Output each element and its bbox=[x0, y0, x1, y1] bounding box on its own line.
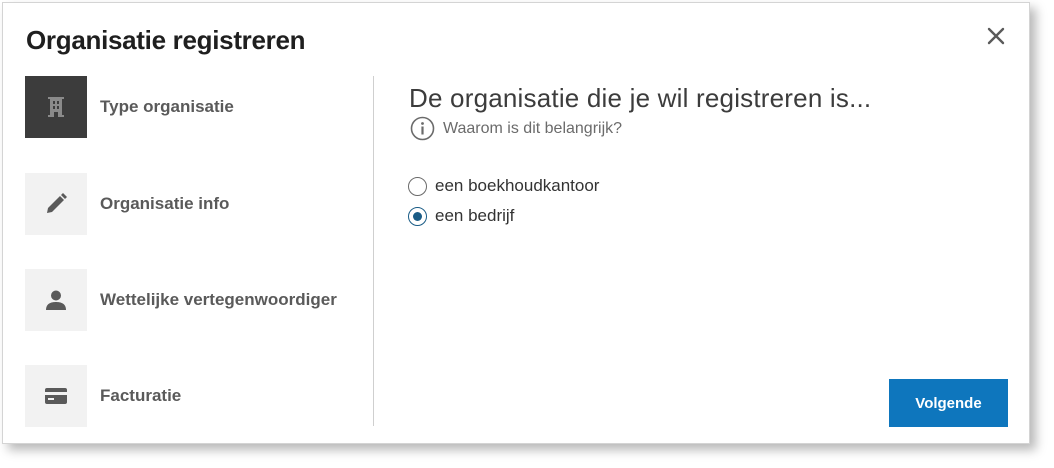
step-wettelijke-vertegenwoordiger[interactable]: Wettelijke vertegenwoordiger bbox=[25, 269, 365, 331]
close-button[interactable] bbox=[985, 25, 1007, 47]
credit-card-icon bbox=[45, 388, 67, 404]
step-facturatie[interactable]: Facturatie bbox=[25, 365, 365, 427]
info-icon bbox=[410, 116, 435, 141]
option-bedrijf[interactable]: een bedrijf bbox=[408, 201, 599, 231]
step-type-organisatie[interactable]: Type organisatie bbox=[25, 76, 365, 138]
radio-button[interactable] bbox=[408, 176, 427, 196]
step-label: Facturatie bbox=[100, 386, 182, 405]
pencil-icon bbox=[47, 193, 67, 213]
next-button[interactable]: Volgende bbox=[889, 379, 1008, 427]
radio-button-selected[interactable] bbox=[408, 206, 427, 226]
organisation-type-options: een boekhoudkantoor een bedrijf bbox=[408, 171, 599, 231]
info-link[interactable]: Waarom is dit belangrijk? bbox=[410, 116, 622, 141]
radio-label: een bedrijf bbox=[435, 206, 515, 225]
person-icon bbox=[46, 290, 66, 310]
step-label: Wettelijke vertegenwoordiger bbox=[100, 290, 337, 309]
question-heading: De organisatie die je wil registreren is… bbox=[409, 83, 872, 113]
close-icon bbox=[987, 27, 1005, 45]
step-label: Organisatie info bbox=[100, 194, 230, 213]
divider bbox=[373, 76, 374, 426]
step-organisatie-info[interactable]: Organisatie info bbox=[25, 173, 365, 235]
info-link-label: Waarom is dit belangrijk? bbox=[443, 119, 623, 137]
registration-dialog: Organisatie registreren Type organisatie bbox=[2, 2, 1030, 444]
step-label: Type organisatie bbox=[100, 97, 234, 116]
building-icon bbox=[48, 97, 64, 117]
option-boekhoudkantoor[interactable]: een boekhoudkantoor bbox=[408, 171, 599, 201]
radio-label: een boekhoudkantoor bbox=[435, 176, 600, 195]
dialog-title: Organisatie registreren bbox=[26, 25, 306, 55]
